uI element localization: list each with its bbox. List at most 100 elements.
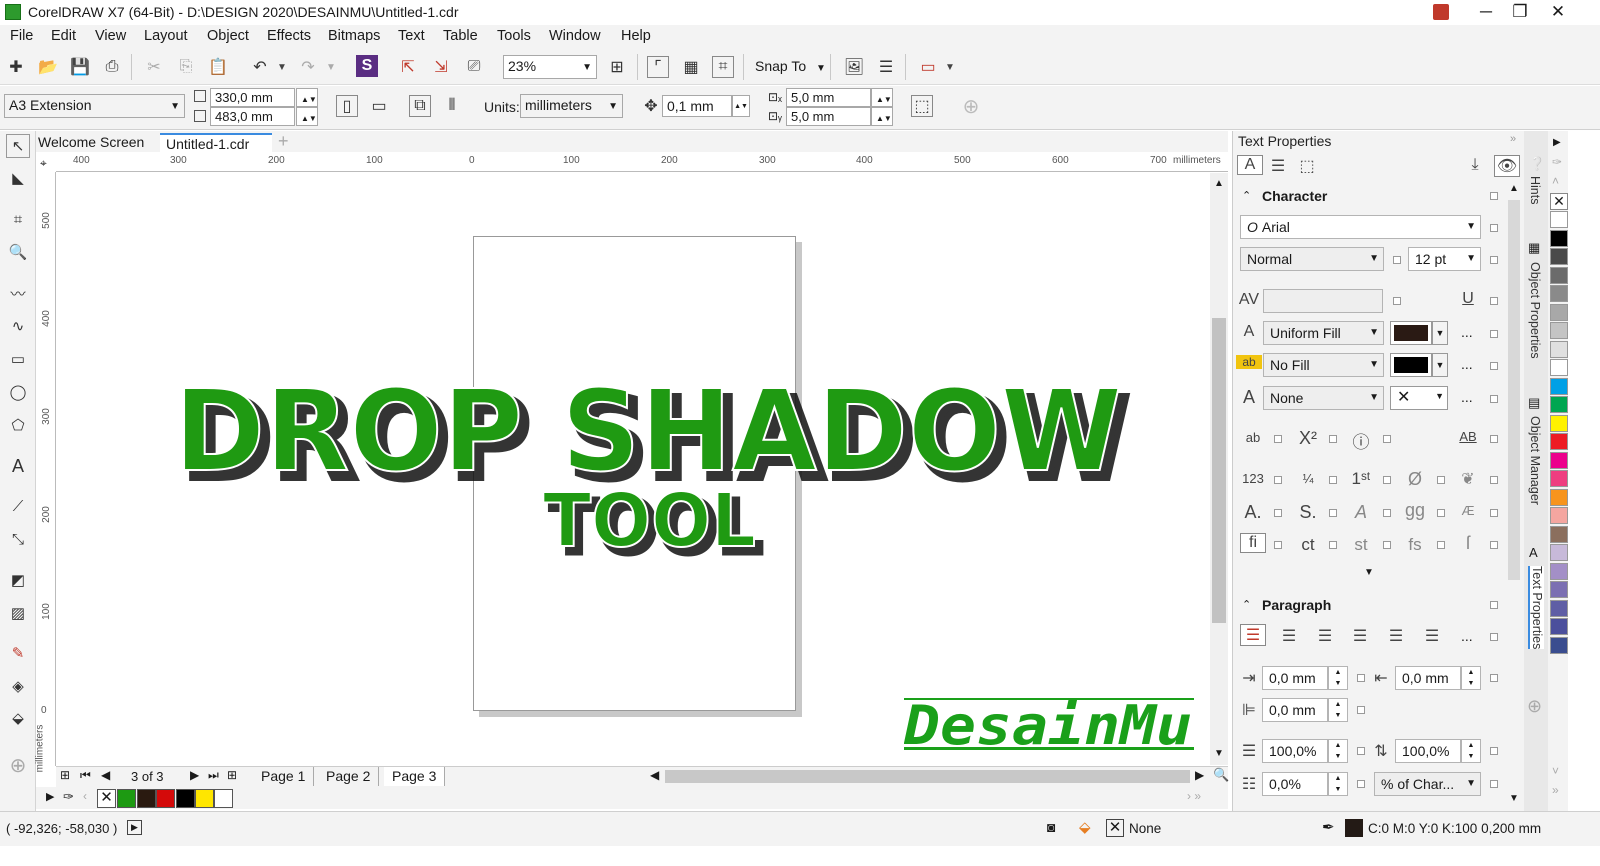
ligature-gg-icon[interactable]: gg [1402, 500, 1428, 521]
menu-edit[interactable]: Edit [51, 28, 76, 44]
style-checkbox[interactable] [1393, 256, 1401, 264]
swash-icon[interactable]: S. [1295, 502, 1321, 523]
menu-help[interactable]: Help [621, 28, 651, 44]
launcher-dropdown-icon[interactable]: ▼ [945, 62, 955, 73]
freehand-tool-icon[interactable]: 〰 [6, 281, 30, 305]
outline-checkbox[interactable] [1490, 395, 1498, 403]
smart-fill-icon[interactable]: ⬙ [6, 706, 30, 730]
menu-effects[interactable]: Effects [267, 28, 311, 44]
titling-checkbox[interactable] [1383, 509, 1391, 517]
landscape-icon[interactable]: ▭ [368, 95, 390, 117]
left-indent-field[interactable]: 0,0 mm [1262, 666, 1328, 690]
page-size-select[interactable]: A3 Extension ▼ [4, 94, 185, 118]
fill-checkbox[interactable] [1490, 330, 1498, 338]
treat-as-filled-icon[interactable]: ⬚ [911, 95, 933, 117]
scroll-down-icon[interactable]: ▼ [1214, 748, 1224, 759]
background-checkbox[interactable] [1490, 362, 1498, 370]
ligature-fi-icon[interactable]: fi [1240, 533, 1266, 553]
palette-color-swatch[interactable] [1550, 451, 1568, 469]
new-document-icon[interactable]: ✚ [5, 56, 27, 78]
color-swatch[interactable] [176, 789, 195, 808]
show-guidelines-icon[interactable]: ⌗ [712, 56, 734, 78]
last-page-icon[interactable]: ⏭ [208, 768, 219, 783]
welcome-screen-icon[interactable]: 🖼 [843, 56, 865, 78]
scroll-up-icon[interactable]: ▲ [1214, 178, 1224, 189]
palette-color-swatch[interactable] [1550, 581, 1568, 598]
palette-scroll-left-icon[interactable]: ‹ [83, 789, 87, 803]
color-swatch[interactable] [137, 789, 156, 808]
parallel-dimension-icon[interactable]: ⟋ [6, 494, 30, 518]
force-justify-icon[interactable]: ☰ [1419, 626, 1445, 646]
ligature-st-icon[interactable]: st [1348, 535, 1374, 555]
swash-checkbox[interactable] [1329, 509, 1337, 517]
close-button[interactable]: ✕ [1540, 0, 1576, 25]
palette-scroll-up-icon[interactable]: ˄ [1552, 174, 1559, 188]
right-indent-stepper[interactable]: ▲ ▼ [1461, 666, 1481, 690]
show-grid-icon[interactable]: ▦ [680, 56, 702, 78]
left-indent-stepper[interactable]: ▲ ▼ [1328, 666, 1348, 690]
first-line-checkbox[interactable] [1357, 706, 1365, 714]
duplicate-y-field[interactable]: 5,0 mm [786, 107, 871, 126]
horizontal-scroll-thumb[interactable] [665, 770, 1190, 783]
page-tab-2[interactable]: Page 2 [318, 767, 380, 786]
long-s-checkbox[interactable] [1490, 541, 1498, 549]
docker-tab-hints[interactable]: Hints [1528, 176, 1542, 204]
palette-color-swatch[interactable] [1550, 340, 1568, 358]
font-size-select[interactable]: 12 pt ▼ [1408, 247, 1481, 271]
fill-bucket-icon[interactable]: ⬙ [1079, 818, 1091, 836]
full-screen-preview-icon[interactable]: ⊞ [606, 56, 628, 78]
palette-color-swatch[interactable] [1550, 525, 1568, 543]
character-collapse-icon[interactable]: ⌃ [1242, 189, 1251, 202]
show-rulers-icon[interactable]: ⌜ [647, 56, 669, 78]
palette-color-swatch[interactable] [1550, 618, 1568, 635]
palette-color-swatch[interactable] [1550, 322, 1568, 339]
right-indent-checkbox[interactable] [1490, 674, 1498, 682]
page-tab-3[interactable]: Page 3 [384, 767, 446, 786]
frame-tab-icon[interactable]: ⬚ [1294, 156, 1320, 176]
docker-tab-object-manager[interactable]: Object Manager [1528, 416, 1542, 505]
uppercase-ab-icon[interactable]: AB [1455, 429, 1481, 444]
palette-color-swatch[interactable] [1550, 599, 1568, 617]
section-checkbox[interactable] [1490, 192, 1498, 200]
save-icon[interactable]: 💾 [69, 56, 91, 78]
tab-untitled-1[interactable]: Untitled-1.cdr [160, 133, 272, 152]
line-spacing-field[interactable]: 100,0% [1262, 739, 1328, 763]
palette-scroll-right-icon[interactable]: › » [1187, 789, 1201, 803]
palette-color-swatch[interactable] [1550, 414, 1568, 432]
ellipse-tool-icon[interactable]: ◯ [6, 380, 30, 404]
no-color-swatch[interactable]: ✕ [97, 789, 116, 808]
palette-color-swatch[interactable] [1550, 285, 1568, 302]
position-checkbox[interactable] [1383, 435, 1391, 443]
palette-color-swatch[interactable] [1550, 470, 1568, 487]
palette-color-swatch[interactable] [1550, 636, 1568, 654]
ae-icon[interactable]: Æ [1455, 503, 1481, 518]
portrait-icon[interactable]: ▯ [336, 95, 358, 117]
palette-color-swatch[interactable] [1550, 377, 1568, 395]
application-launcher-icon[interactable]: ▭ [917, 56, 939, 78]
color-swatch[interactable] [214, 789, 233, 808]
fill-type-select[interactable]: Uniform Fill ▼ [1263, 321, 1384, 345]
position-icon[interactable]: ⓘ [1348, 428, 1374, 453]
crop-tool-icon[interactable]: ⌗ [6, 207, 30, 231]
menu-window[interactable]: Window [549, 28, 601, 44]
page-width-stepper[interactable]: ▲▼ [296, 88, 318, 107]
vertical-ruler[interactable] [36, 172, 56, 766]
paste-icon[interactable]: 📋 [207, 56, 229, 78]
ae-checkbox[interactable] [1490, 509, 1498, 517]
page-width-field[interactable]: 330,0 mm [210, 88, 295, 107]
nudge-distance-field[interactable]: 0,1 mm [662, 95, 732, 117]
kerning-checkbox[interactable] [1393, 297, 1401, 305]
palette-scroll-down-icon[interactable]: ˅ [1552, 764, 1559, 778]
spacing-unit-select[interactable]: % of Char... ▼ [1374, 772, 1481, 796]
undo-dropdown-icon[interactable]: ▼ [277, 62, 287, 73]
ligature-fs-icon[interactable]: fs [1402, 535, 1428, 555]
open-folder-icon[interactable]: 📂 [37, 56, 59, 78]
rectangle-tool-icon[interactable]: ▭ [6, 347, 30, 371]
print-icon[interactable]: ⎙ [101, 56, 123, 78]
current-page-icon[interactable]: ⫴ [441, 95, 463, 117]
all-pages-icon[interactable]: ⧉ [409, 95, 431, 117]
docker-tab-text-properties[interactable]: Text Properties [1528, 566, 1544, 650]
connector-tool-icon[interactable]: ⤡ [6, 527, 30, 551]
palette-color-swatch[interactable] [1550, 562, 1568, 580]
justify-icon[interactable]: ☰ [1383, 626, 1409, 646]
